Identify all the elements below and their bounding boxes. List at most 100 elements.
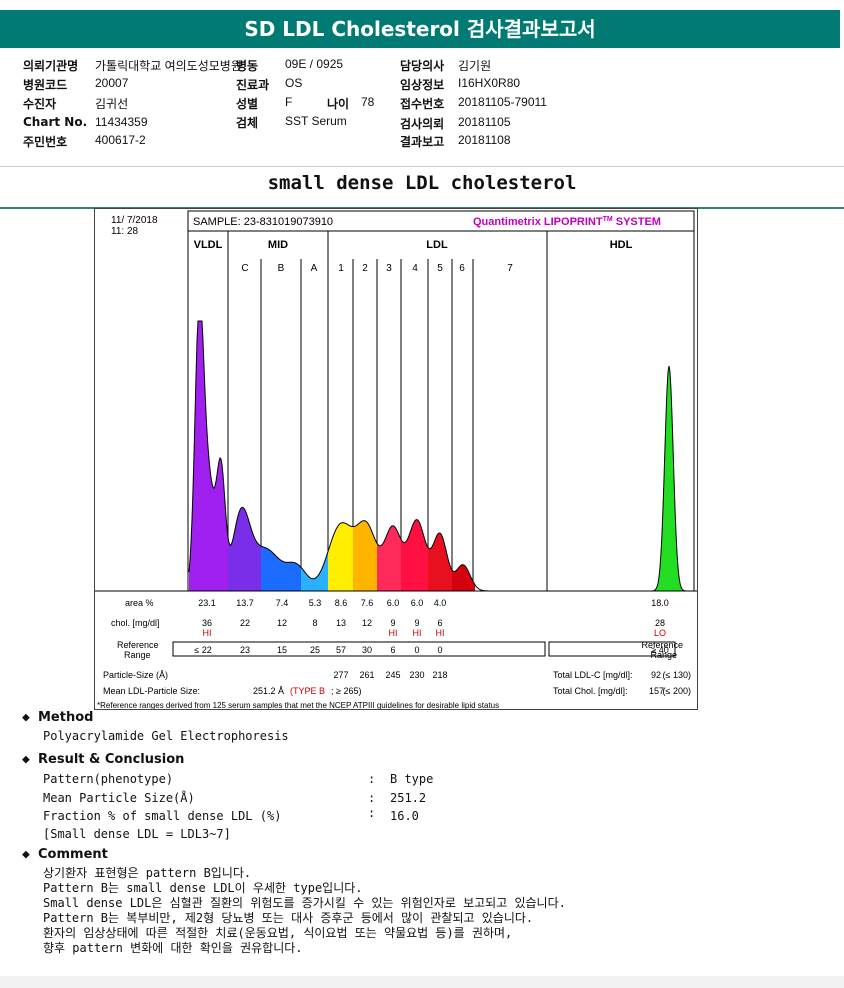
total-ldl-ref: (≤ 130) bbox=[663, 670, 691, 680]
chol-value: 6 bbox=[437, 618, 442, 628]
report-header: SD LDL Cholesterol 검사결과보고서 bbox=[0, 10, 840, 48]
info-label: 수진자 bbox=[23, 97, 57, 111]
chol-label: chol. [mg/dl] bbox=[111, 618, 160, 628]
system-name: Quantimetrix LIPOPRINTTM SYSTEM bbox=[473, 216, 661, 228]
area-value: 7.4 bbox=[276, 598, 289, 608]
ref-value: 0 bbox=[437, 645, 442, 655]
electropherogram-curve bbox=[188, 320, 691, 592]
total-ldl-value: 92 bbox=[651, 670, 661, 680]
group-label-hdl: HDL bbox=[610, 239, 633, 251]
curve-segment bbox=[228, 507, 261, 591]
info-value: 78 bbox=[361, 95, 375, 109]
result-value: B type bbox=[390, 772, 434, 786]
band-label-1: 1 bbox=[338, 263, 344, 274]
comment-line: 향후 pattern 변화에 대한 확인을 권유합니다. bbox=[43, 941, 303, 955]
report-date: 11/ 7/2018 bbox=[111, 215, 158, 226]
curve-segment bbox=[353, 520, 377, 591]
result-colon: : bbox=[368, 772, 376, 786]
ref-value: 25 bbox=[310, 645, 320, 655]
particle-value: 261 bbox=[359, 670, 374, 680]
mean-type: (TYPE B bbox=[290, 686, 325, 696]
info-value: 20181108 bbox=[458, 133, 511, 147]
group-label-mid: MID bbox=[268, 239, 288, 251]
lipoprint-report: 11/ 7/2018 11: 28 SAMPLE: 23-83101907391… bbox=[94, 208, 698, 710]
info-value: 11434359 bbox=[95, 115, 148, 129]
particle-value: 277 bbox=[333, 670, 348, 680]
info-label: 진료과 bbox=[236, 78, 270, 92]
result-note: [Small dense LDL = LDL3~7] bbox=[43, 827, 231, 841]
info-label: 나이 bbox=[327, 97, 350, 111]
total-ldl-label: Total LDL-C [mg/dl]: bbox=[553, 670, 633, 680]
band-label-B: B bbox=[278, 263, 285, 274]
info-value: 09E / 0925 bbox=[285, 57, 344, 71]
mean-value: 251.2 Å bbox=[253, 686, 284, 696]
info-label: 성별 bbox=[236, 97, 259, 111]
info-value: F bbox=[285, 95, 293, 109]
info-value: 400617-2 bbox=[95, 133, 146, 147]
info-label: 주민번호 bbox=[23, 135, 68, 149]
diamond-icon: ◆ bbox=[22, 752, 30, 767]
curve-segment bbox=[301, 551, 328, 591]
chol-flag-hdl: LO bbox=[654, 628, 666, 638]
band-label-2: 2 bbox=[362, 263, 368, 274]
ref-value: 15 bbox=[277, 645, 287, 655]
ref-value: 57 bbox=[336, 645, 346, 655]
ref-label-1: Reference bbox=[117, 640, 159, 650]
result-section: ◆ Result & Conclusion bbox=[22, 752, 184, 767]
lipoprint-chart: 11/ 7/2018 11: 28 SAMPLE: 23-83101907391… bbox=[95, 210, 697, 709]
band-label-4: 4 bbox=[412, 263, 418, 274]
area-value: 23.1 bbox=[198, 598, 216, 608]
patient-info: 의뢰기관명 가톨릭대학교 여의도성모병원 병원코드 20007 수진자 김귀선 … bbox=[0, 55, 844, 150]
sample-id: SAMPLE: 23-831019073910 bbox=[193, 216, 333, 228]
ref-value-hdl: ≥ 40 bbox=[651, 645, 668, 655]
info-value: OS bbox=[285, 76, 303, 90]
chol-value-hdl: 28 bbox=[655, 618, 665, 628]
chol-value: 12 bbox=[277, 618, 287, 628]
info-value: 가톨릭대학교 여의도성모병원 bbox=[95, 59, 242, 73]
result-label: Fraction % of small dense LDL (%) bbox=[43, 809, 282, 823]
curve-segment bbox=[401, 519, 428, 591]
curve-segment bbox=[328, 522, 353, 591]
curve-segment bbox=[647, 366, 691, 591]
chol-flag: HI bbox=[413, 628, 422, 638]
chol-value: 9 bbox=[390, 618, 395, 628]
particle-label: Particle-Size (Å) bbox=[103, 670, 168, 680]
group-labels: VLDL MID LDL HDL bbox=[194, 239, 633, 251]
info-label: Chart No. bbox=[23, 115, 88, 129]
chol-value: 8 bbox=[312, 618, 317, 628]
diamond-icon: ◆ bbox=[22, 847, 30, 862]
subtitle: small dense LDL cholesterol bbox=[267, 172, 577, 194]
area-value: 13.7 bbox=[236, 598, 254, 608]
band-label-3: 3 bbox=[386, 263, 392, 274]
info-label: 접수번호 bbox=[400, 97, 445, 111]
report-time: 11: 28 bbox=[111, 226, 138, 237]
ref-value: 6 bbox=[390, 645, 395, 655]
mean-limit: ; ≥ 265) bbox=[331, 686, 361, 696]
band-label-C: C bbox=[241, 263, 248, 274]
info-label: 검체 bbox=[236, 116, 259, 130]
info-label: 의뢰기관명 bbox=[23, 59, 79, 73]
area-label: area % bbox=[125, 598, 154, 608]
chol-flag: HI bbox=[203, 628, 212, 638]
chol-value: 13 bbox=[336, 618, 346, 628]
chol-flag: HI bbox=[389, 628, 398, 638]
mean-label: Mean LDL-Particle Size: bbox=[103, 686, 200, 696]
result-label: Pattern(phenotype) bbox=[43, 772, 174, 786]
area-value-hdl: 18.0 bbox=[651, 598, 669, 608]
total-chol-ref: (≤ 200) bbox=[663, 686, 691, 696]
particle-value: 218 bbox=[432, 670, 447, 680]
ref-value: 23 bbox=[240, 645, 250, 655]
total-chol-label: Total Chol. [mg/dl]: bbox=[553, 686, 628, 696]
info-label: 임상정보 bbox=[400, 78, 445, 92]
chol-value: 22 bbox=[240, 618, 250, 628]
curve-segment bbox=[377, 525, 401, 591]
comment-section: ◆ Comment bbox=[22, 847, 108, 862]
info-label: 병원코드 bbox=[23, 78, 68, 92]
ref-label-2: Range bbox=[124, 650, 151, 660]
chol-flag: HI bbox=[436, 628, 445, 638]
info-label: 담당의사 bbox=[400, 59, 445, 73]
curve-segment bbox=[261, 546, 301, 591]
table-values: 23.1 13.7 7.4 5.3 8.6 7.6 6.0 6.0 4.0 18.0 36 22 12 8… bbox=[194, 598, 668, 680]
info-value: I16HX0R80 bbox=[458, 76, 521, 90]
info-label: 결과보고 bbox=[400, 135, 445, 149]
